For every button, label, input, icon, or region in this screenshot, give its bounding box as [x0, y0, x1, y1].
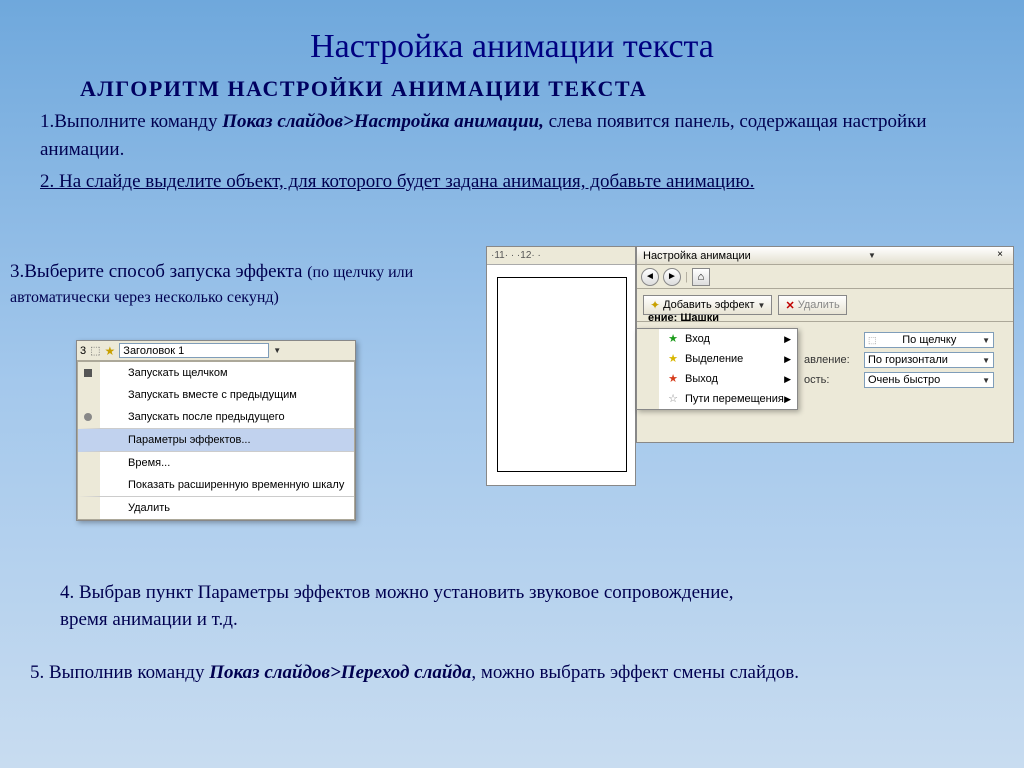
animation-pane: ·11· · ·12· · Настройка анимации ▼ × ◄ ►… [486, 246, 1016, 486]
menu-delete[interactable]: Удалить [78, 497, 354, 519]
menu-timing[interactable]: Время... [78, 452, 354, 474]
menu-label: Запускать после предыдущего [128, 411, 285, 423]
menu-start-onclick[interactable]: Запускать щелчком [78, 362, 354, 384]
direction-dropdown[interactable]: По горизонтали ▼ [864, 352, 994, 368]
timing-menu-panel: 3 ⬚ ★ ▼ Запускать щелчком Запускать вмес… [76, 340, 356, 521]
nav-home-button[interactable]: ⌂ [692, 268, 710, 286]
field-speed: ость: Очень быстро ▼ [804, 372, 1008, 388]
timing-menu: Запускать щелчком Запускать вместе с пре… [77, 361, 355, 520]
star-icon: ★ [667, 333, 679, 345]
menu-label: Показать расширенную временную шкалу [128, 479, 344, 491]
chevron-down-icon: ▼ [982, 356, 990, 365]
timing-header-row: 3 ⬚ ★ ▼ [77, 341, 355, 361]
modification-label: ение: Шашки [642, 308, 1012, 326]
speed-dropdown[interactable]: Очень быстро ▼ [864, 372, 994, 388]
effect-motion-paths[interactable]: ☆ Пути перемещения ▶ [637, 389, 797, 409]
effect-emphasis[interactable]: ★ Выделение ▶ [637, 349, 797, 369]
star-icon: ★ [667, 353, 679, 365]
pane-titlebar: Настройка анимации ▼ × [637, 247, 1013, 265]
slide-thumbnail [497, 277, 627, 472]
slide-title: Настройка анимации текста [0, 0, 1024, 66]
star-icon: ★ [105, 344, 116, 358]
step5: 5. Выполнив команду Показ слайдов>Перехо… [30, 660, 880, 687]
menu-start-with-previous[interactable]: Запускать вместе с предыдущим [78, 384, 354, 406]
menu-show-advanced-timeline[interactable]: Показать расширенную временную шкалу [78, 474, 354, 497]
ruler: ·11· · ·12· · [487, 247, 635, 265]
step3-line1: 3.Выберите способ запуска эффекта [10, 261, 307, 282]
nav-forward-button[interactable]: ► [663, 268, 681, 286]
start-dropdown[interactable]: ⬚ По щелчку ▼ [864, 332, 994, 348]
step1: 1.Выполните команду Показ слайдов>Настро… [0, 102, 1024, 163]
chevron-right-icon: ▶ [784, 354, 791, 365]
effect-name-input[interactable] [119, 343, 269, 358]
step5-suffix: , можно выбрать эффект смены слайдов. [471, 662, 799, 683]
effect-label: Выделение [685, 353, 743, 365]
mouse-icon: ⬚ [90, 344, 100, 357]
chevron-right-icon: ▶ [784, 394, 791, 405]
effect-label: Пути перемещения [685, 393, 784, 405]
pane-nav: ◄ ► | ⌂ [637, 265, 1013, 289]
field-label: авление: [804, 354, 864, 366]
chevron-down-icon[interactable]: ▼ [273, 346, 281, 355]
field-value: Очень быстро [868, 374, 940, 386]
menu-label: Запускать щелчком [128, 367, 228, 379]
field-label: ость: [804, 374, 864, 386]
menu-start-after-previous[interactable]: Запускать после предыдущего [78, 406, 354, 429]
step1-bold: Показ слайдов>Настройка анимации, [222, 111, 544, 132]
menu-label: Удалить [128, 502, 170, 514]
menu-label: Запускать вместе с предыдущим [128, 389, 297, 401]
star-icon: ☆ [667, 393, 679, 405]
star-icon: ★ [667, 373, 679, 385]
chevron-right-icon: ▶ [784, 374, 791, 385]
item-number: 3 [80, 345, 86, 357]
step5-prefix: 5. Выполнив команду [30, 662, 209, 683]
effect-entrance[interactable]: ★ Вход ▶ [637, 329, 797, 349]
modification-text: ение: Шашки [648, 312, 719, 324]
effect-type-popup: ★ Вход ▶ ★ Выделение ▶ ★ Выход ▶ ☆ Пути … [636, 328, 798, 410]
nav-back-button[interactable]: ◄ [641, 268, 659, 286]
mouse-icon [84, 369, 92, 377]
chevron-down-icon: ▼ [982, 376, 990, 385]
field-value: По горизонтали [868, 354, 948, 366]
field-direction: авление: По горизонтали ▼ [804, 352, 1008, 368]
effect-properties: ⬚ По щелчку ▼ авление: По горизонтали ▼ … [798, 328, 1014, 396]
field-start: ⬚ По щелчку ▼ [804, 332, 1008, 348]
pane-title-label: Настройка анимации [643, 250, 751, 262]
chevron-down-icon: ▼ [982, 336, 990, 345]
step2: 2. На слайде выделите объект, для которо… [0, 163, 1024, 193]
menu-effect-options[interactable]: Параметры эффектов... [78, 429, 354, 452]
slide-preview-area: ·11· · ·12· · [486, 246, 636, 486]
field-value: По щелчку [902, 334, 956, 346]
effect-label: Вход [685, 333, 710, 345]
clock-icon [84, 413, 92, 421]
subtitle: АЛГОРИТМ НАСТРОЙКИ АНИМАЦИИ ТЕКСТА [0, 66, 1024, 102]
close-icon[interactable]: × [993, 249, 1007, 263]
effect-exit[interactable]: ★ Выход ▶ [637, 369, 797, 389]
mouse-icon: ⬚ [868, 335, 877, 346]
menu-label: Время... [128, 457, 170, 469]
step3: 3.Выберите способ запуска эффекта (по ще… [10, 260, 480, 309]
menu-label: Параметры эффектов... [128, 434, 251, 446]
chevron-right-icon: ▶ [784, 334, 791, 345]
chevron-down-icon[interactable]: ▼ [868, 251, 876, 260]
step5-bold: Показ слайдов>Переход слайда [209, 662, 471, 683]
effect-label: Выход [685, 373, 718, 385]
step4: 4. Выбрав пункт Параметры эффектов можно… [60, 580, 780, 633]
step1-prefix: 1.Выполните команду [40, 111, 222, 132]
